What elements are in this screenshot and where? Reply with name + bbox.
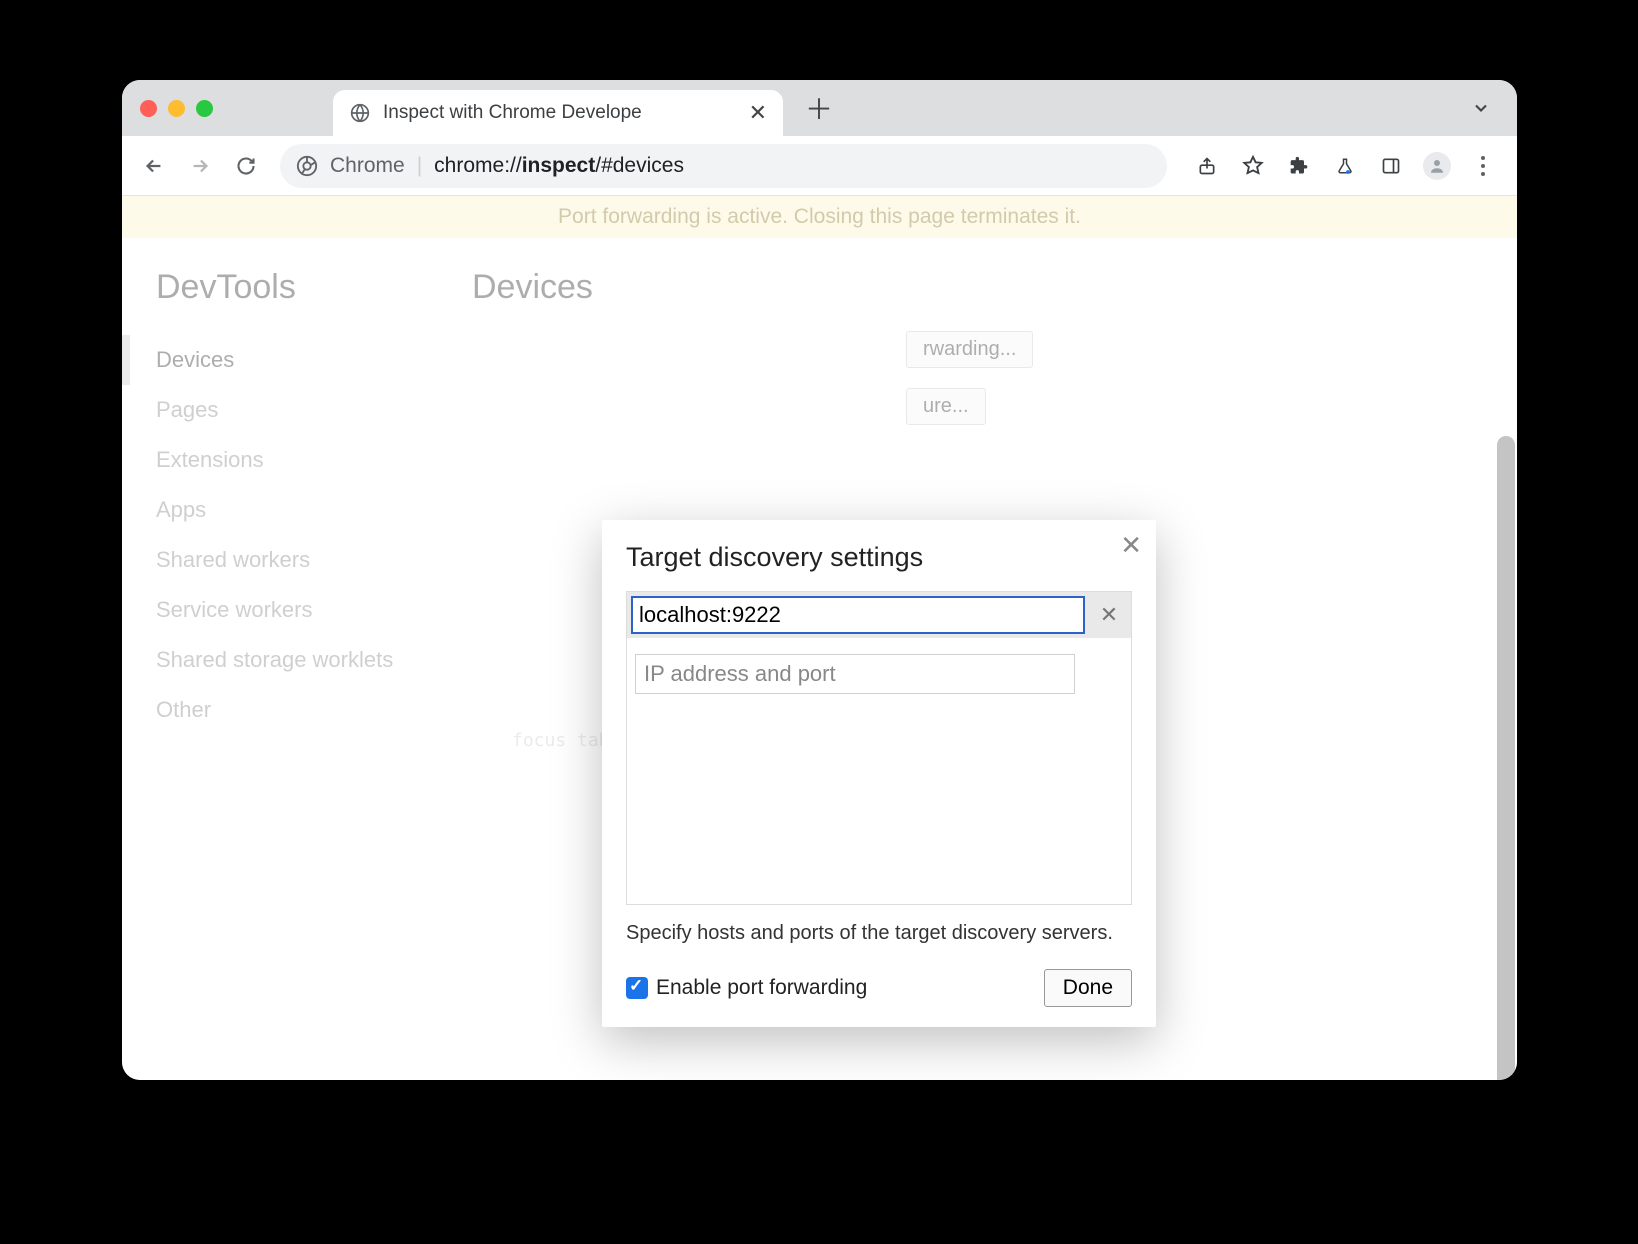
labs-flask-icon[interactable] [1323,144,1367,188]
port-forwarding-banner: Port forwarding is active. Closing this … [122,196,1517,238]
toolbar-actions [1185,144,1505,188]
omnibox-url-suffix: /#devices [595,154,684,177]
enable-port-forwarding-checkbox[interactable]: Enable port forwarding [626,976,867,1000]
sidebar-item-service-workers[interactable]: Service workers [152,585,472,635]
omnibox-scheme: Chrome [330,154,405,178]
sidebar-title: DevTools [152,268,472,307]
sidebar-item-shared-workers[interactable]: Shared workers [152,535,472,585]
bookmark-star-icon[interactable] [1231,144,1275,188]
discovery-entry-row: ✕ [627,592,1131,638]
forward-button[interactable] [180,146,220,186]
traffic-lights [140,100,213,117]
sidebar-item-devices[interactable]: Devices [122,335,472,385]
host-port-input[interactable] [631,596,1085,634]
share-icon[interactable] [1185,144,1229,188]
omnibox-url-highlight: inspect [522,154,596,177]
sidebar-item-other[interactable]: Other [152,685,472,735]
side-panel-icon[interactable] [1369,144,1413,188]
main-title: Devices [472,268,1477,307]
chrome-icon [296,155,318,177]
host-port-placeholder-input[interactable]: IP address and port [635,654,1075,694]
avatar-icon [1423,152,1451,180]
checkbox-checked-icon [626,977,648,999]
dialog-help-text: Specify hosts and ports of the target di… [626,919,1132,947]
sidebar: DevTools Devices Pages Extensions Apps S… [152,268,472,751]
omnibox-url-prefix: chrome:// [434,154,522,177]
done-button[interactable]: Done [1044,969,1132,1007]
menu-dots-icon[interactable] [1461,144,1505,188]
browser-tab[interactable]: Inspect with Chrome Develope ✕ [333,90,783,136]
browser-window: Inspect with Chrome Develope ✕ ＋ Chrome … [122,80,1517,1080]
vertical-scrollbar[interactable] [1497,436,1515,1080]
profile-avatar[interactable] [1415,144,1459,188]
back-button[interactable] [134,146,174,186]
dialog-title: Target discovery settings [626,542,1132,573]
window-close-button[interactable] [140,100,157,117]
sidebar-item-extensions[interactable]: Extensions [152,435,472,485]
dialog-footer: Enable port forwarding Done [626,969,1132,1007]
tabs-chevron-down-icon[interactable] [1471,98,1491,118]
configure-button[interactable]: ure... [906,388,986,425]
target-discovery-dialog: ✕ Target discovery settings ✕ IP address… [602,520,1156,1027]
omnibox[interactable]: Chrome | chrome://inspect/#devices [280,144,1167,188]
tab-strip: Inspect with Chrome Develope ✕ ＋ [122,80,1517,136]
tab-title: Inspect with Chrome Develope [383,102,737,124]
tab-close-icon[interactable]: ✕ [749,100,767,126]
new-tab-button[interactable]: ＋ [805,88,833,128]
window-minimize-button[interactable] [168,100,185,117]
toolbar: Chrome | chrome://inspect/#devices [122,136,1517,196]
content-area: Port forwarding is active. Closing this … [122,196,1517,1080]
reload-button[interactable] [226,146,266,186]
port-forwarding-button[interactable]: rwarding... [906,331,1033,368]
sidebar-item-apps[interactable]: Apps [152,485,472,535]
window-zoom-button[interactable] [196,100,213,117]
dialog-close-icon[interactable]: ✕ [1120,530,1142,561]
omnibox-text: Chrome | chrome://inspect/#devices [330,154,684,178]
extensions-icon[interactable] [1277,144,1321,188]
globe-icon [349,102,371,124]
sidebar-item-pages[interactable]: Pages [152,385,472,435]
checkbox-label: Enable port forwarding [656,976,867,1000]
remove-entry-icon[interactable]: ✕ [1091,597,1127,633]
sidebar-item-shared-storage-worklets[interactable]: Shared storage worklets [152,635,472,685]
